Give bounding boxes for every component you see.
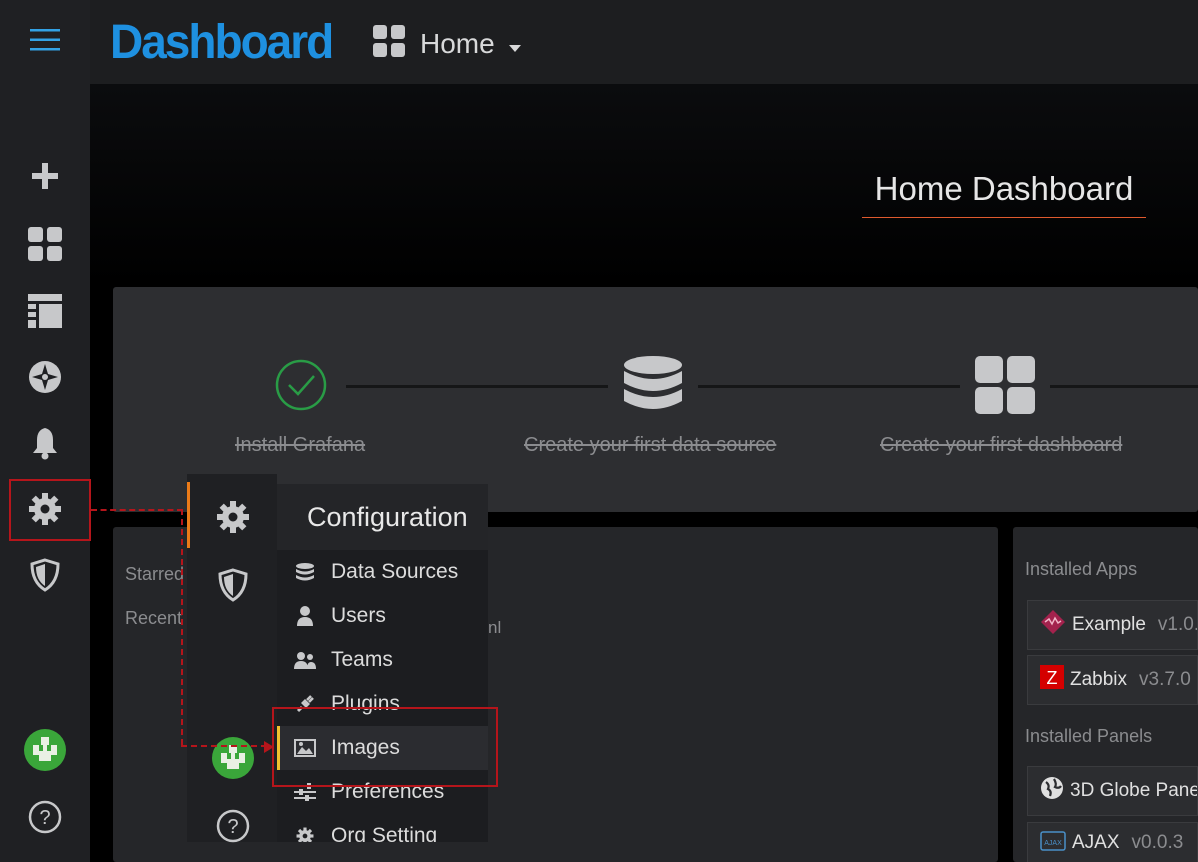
svg-text:AJAX: AJAX xyxy=(1044,840,1062,847)
partial-text: nl xyxy=(488,618,502,637)
example-app-icon xyxy=(1040,609,1066,641)
installed-apps-heading: Installed Apps xyxy=(1025,559,1138,579)
zabbix-app-icon: Z xyxy=(1040,665,1064,695)
hamburger-icon[interactable] xyxy=(22,17,68,63)
highlight-box-images xyxy=(272,707,498,787)
annotation-connector xyxy=(91,509,183,511)
ajax-icon: AJAX xyxy=(1040,828,1066,858)
app-name: Zabbix xyxy=(1070,669,1128,690)
page-title: Home Dashboard xyxy=(862,170,1146,218)
step-dashboard-label[interactable]: Create your first dashboard xyxy=(880,434,1122,457)
question-icon[interactable]: ? xyxy=(216,809,250,848)
home-dashboard-picker[interactable]: Home xyxy=(372,24,521,64)
app-row-example[interactable]: Example v1.0.1 xyxy=(1027,600,1198,650)
menu-item-label: Data Sources xyxy=(331,560,459,583)
menu-item-org-settings[interactable]: Org Setting xyxy=(277,814,488,842)
gear-icon[interactable] xyxy=(216,500,250,539)
annotation-connector xyxy=(181,509,183,745)
starred-heading: Starred xyxy=(125,564,185,584)
svg-text:?: ? xyxy=(227,816,238,838)
step-install-label: Install Grafana xyxy=(235,434,366,456)
question-icon[interactable]: ? xyxy=(22,794,68,840)
shield-icon[interactable] xyxy=(22,552,68,598)
app-version: v3.7.0 xyxy=(1139,669,1191,690)
brand-title: Dashboard xyxy=(110,13,334,69)
recent-heading: Recent xyxy=(125,608,183,628)
installed-panels-heading: Installed Panels xyxy=(1025,726,1153,746)
configuration-menu-title: Configuration xyxy=(277,484,488,550)
globe-icon xyxy=(1040,776,1064,806)
users-icon xyxy=(293,651,317,669)
avatar[interactable] xyxy=(22,727,68,773)
menu-item-data-sources[interactable]: Data Sources xyxy=(277,550,488,594)
compass-icon[interactable] xyxy=(22,354,68,400)
panel-name: AJAX xyxy=(1072,831,1120,853)
menu-item-users[interactable]: Users xyxy=(277,594,488,638)
menu-item-teams[interactable]: Teams xyxy=(277,638,488,682)
app-row-zabbix[interactable]: Z Zabbix v3.7.0 xyxy=(1027,655,1198,705)
panel-version: v0.0.3 xyxy=(1131,831,1184,853)
annotation-connector xyxy=(181,745,267,747)
dashboard-grid-icon[interactable] xyxy=(974,355,1036,420)
step-connector xyxy=(698,385,960,388)
panel-row-3d-globe[interactable]: 3D Globe Panel xyxy=(1027,766,1198,816)
menu-item-label: Teams xyxy=(331,648,393,671)
svg-text:?: ? xyxy=(39,807,50,829)
popup-sidebar: ? xyxy=(187,474,277,843)
layout-icon[interactable] xyxy=(22,288,68,334)
plus-icon[interactable] xyxy=(22,153,68,199)
caret-down-icon xyxy=(508,28,521,60)
dashboard-grid-icon xyxy=(372,24,406,65)
app-version: v1.0.1 xyxy=(1157,614,1197,635)
check-circle-icon xyxy=(274,358,328,417)
step-connector xyxy=(346,385,608,388)
panel-name: 3D Globe Panel xyxy=(1070,780,1198,801)
configuration-menu: Configuration Data Sources Users Teams P… xyxy=(277,484,488,842)
database-icon[interactable] xyxy=(622,355,684,420)
grid-icon[interactable] xyxy=(22,221,68,267)
shield-icon[interactable] xyxy=(218,568,248,607)
svg-text:Z: Z xyxy=(1047,668,1058,688)
active-indicator xyxy=(187,482,190,548)
home-label: Home xyxy=(420,28,495,59)
bell-icon[interactable] xyxy=(22,420,68,466)
step-connector xyxy=(1050,385,1198,388)
database-icon xyxy=(293,562,317,582)
menu-item-label: Org Setting xyxy=(331,824,438,842)
cog-icon xyxy=(293,827,317,842)
panel-row-ajax[interactable]: AJAX AJAX v0.0.3 xyxy=(1027,822,1198,862)
menu-item-label: Users xyxy=(331,604,386,627)
app-name: Example xyxy=(1072,614,1146,635)
step-datasource-label[interactable]: Create your first data source xyxy=(524,434,776,457)
highlight-box-gear xyxy=(9,479,91,541)
user-icon xyxy=(293,606,317,626)
